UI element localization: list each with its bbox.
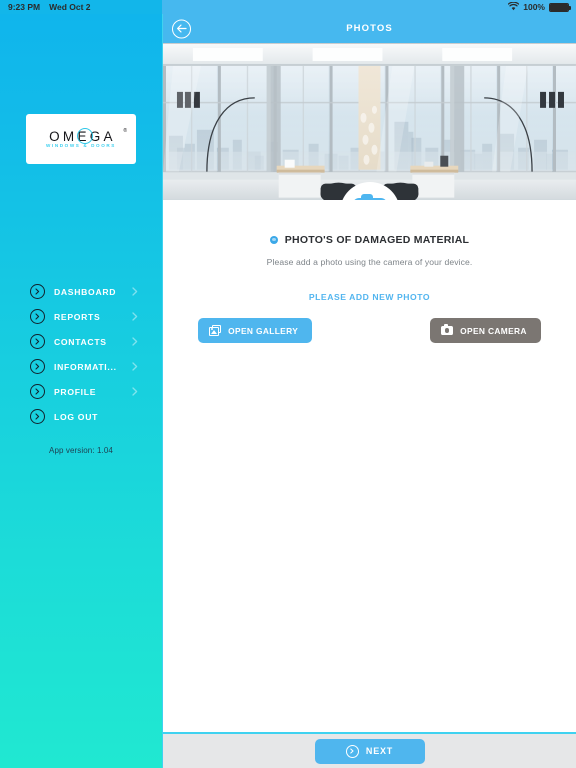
open-camera-label: OPEN CAMERA [460, 325, 527, 336]
chevron-right-icon [132, 337, 138, 346]
status-bar-left: 9:23 PM Wed Oct 2 [0, 2, 91, 12]
open-camera-button[interactable]: OPEN CAMERA [430, 318, 541, 343]
app-root: 9:23 PM Wed Oct 2 100% OMEGA ® WINDOWS &… [0, 0, 576, 768]
page-title: PHOTOS [346, 23, 393, 34]
next-button-label: NEXT [365, 746, 394, 756]
footer-bar: NEXT [163, 732, 576, 768]
sidebar-menu: DASHBOARD REPORTS CONTACTS INFORMATI... … [0, 279, 162, 429]
brand-logo: OMEGA ® WINDOWS & DOORS [26, 114, 136, 164]
action-button-row: OPEN GALLERY OPEN CAMERA [163, 318, 576, 343]
status-bar: 9:23 PM Wed Oct 2 100% [0, 0, 576, 14]
chevron-right-circle-icon [30, 409, 45, 424]
gallery-icon [209, 325, 222, 336]
logo-ring-accent [77, 128, 93, 144]
sidebar: OMEGA ® WINDOWS & DOORS DASHBOARD REPORT… [0, 14, 162, 768]
chevron-right-circle-icon [30, 384, 45, 399]
top-navigation-bar: PHOTOS [163, 14, 576, 43]
hero-photo [163, 44, 576, 200]
sidebar-item-logout[interactable]: LOG OUT [30, 404, 144, 429]
chevron-right-circle-icon [30, 359, 45, 374]
chevron-right-icon [132, 362, 138, 371]
camera-icon [352, 194, 387, 200]
app-version-label: App version: 1.04 [49, 446, 113, 455]
add-new-photo-link[interactable]: PLEASE ADD NEW PHOTO [163, 292, 576, 302]
photo-section: PHOTO'S OF DAMAGED MATERIAL Please add a… [163, 200, 576, 343]
sidebar-item-label: DASHBOARD [54, 286, 117, 297]
open-gallery-button[interactable]: OPEN GALLERY [198, 318, 313, 343]
back-arrow-icon[interactable] [172, 19, 191, 38]
section-heading-row: PHOTO'S OF DAMAGED MATERIAL [163, 234, 576, 246]
office-interior-illustration [163, 44, 576, 200]
status-badge [269, 236, 278, 244]
battery-percent: 100% [523, 2, 545, 12]
sidebar-item-label: REPORTS [54, 311, 101, 322]
wifi-icon [508, 1, 520, 13]
sidebar-item-information[interactable]: INFORMATI... [30, 354, 144, 379]
logo-subtitle: WINDOWS & DOORS [46, 143, 116, 148]
section-subtitle: Please add a photo using the camera of y… [266, 257, 473, 267]
status-date: Wed Oct 2 [49, 2, 91, 12]
battery-icon [549, 2, 571, 12]
section-title: PHOTO'S OF DAMAGED MATERIAL [284, 234, 470, 246]
sidebar-item-profile[interactable]: PROFILE [30, 379, 144, 404]
content-area: PHOTO'S OF DAMAGED MATERIAL Please add a… [163, 43, 576, 732]
chevron-right-icon [132, 387, 138, 396]
camera-icon [441, 324, 454, 335]
chevron-right-icon [132, 312, 138, 321]
sidebar-item-label: LOG OUT [54, 411, 99, 422]
chevron-right-icon [132, 287, 138, 296]
chevron-right-circle-icon [30, 309, 45, 324]
chevron-right-circle-icon [345, 744, 359, 758]
open-gallery-label: OPEN GALLERY [228, 325, 299, 336]
sidebar-item-contacts[interactable]: CONTACTS [30, 329, 144, 354]
next-button[interactable]: NEXT [314, 738, 425, 764]
body: OMEGA ® WINDOWS & DOORS DASHBOARD REPORT… [0, 14, 576, 768]
logo-trademark: ® [123, 128, 127, 134]
status-time: 9:23 PM [8, 2, 41, 12]
sidebar-item-dashboard[interactable]: DASHBOARD [30, 279, 144, 304]
sidebar-item-label: CONTACTS [54, 336, 107, 347]
chevron-right-circle-icon [30, 334, 45, 349]
main-panel: PHOTOS PHOTO'S OF DAMAGED MATERIAL Pleas… [162, 14, 576, 768]
sidebar-item-label: INFORMATI... [54, 361, 117, 372]
sidebar-item-label: PROFILE [54, 386, 97, 397]
chevron-right-circle-icon [30, 284, 45, 299]
status-bar-right: 100% [508, 0, 571, 14]
sidebar-item-reports[interactable]: REPORTS [30, 304, 144, 329]
